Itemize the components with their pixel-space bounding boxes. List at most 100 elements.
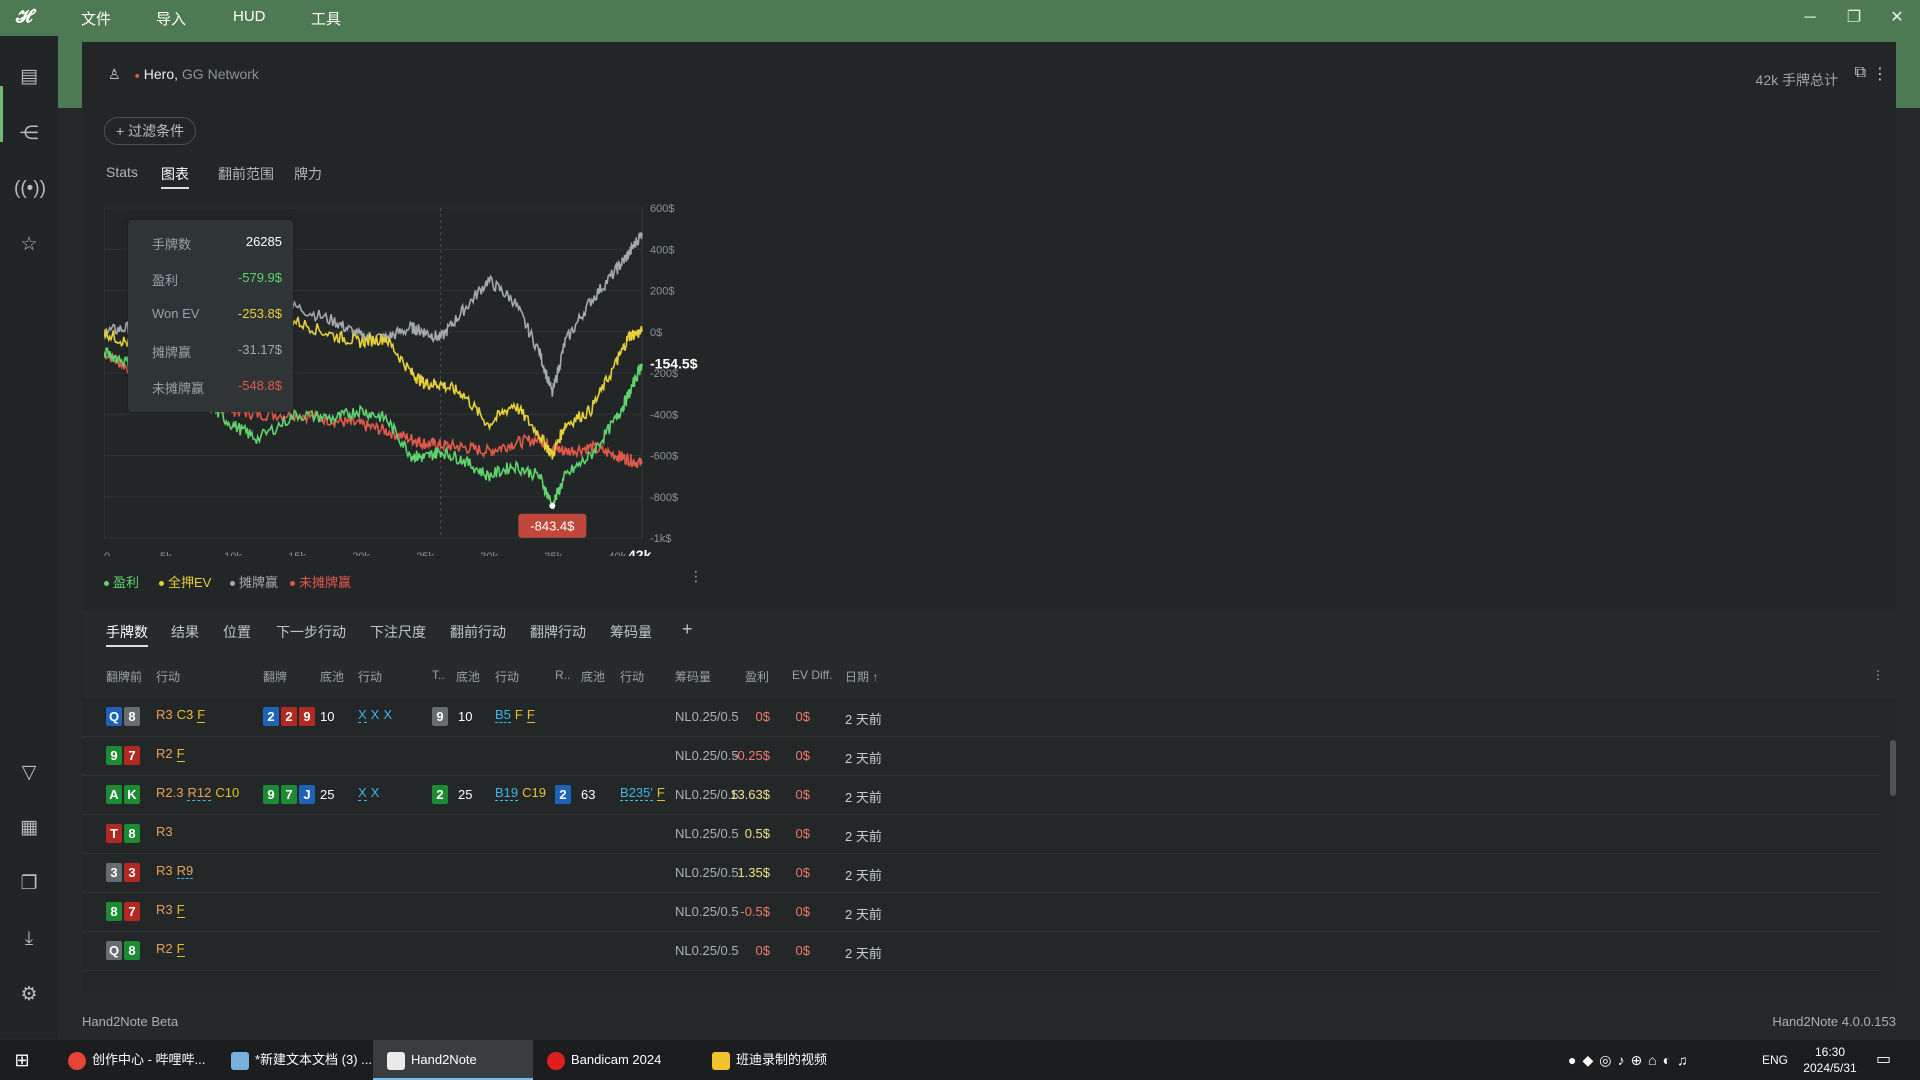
taskbar-item-folder[interactable]: 班迪录制的视频 — [698, 1040, 850, 1080]
tab-preflop-action[interactable]: 翻前行动 — [450, 622, 506, 642]
playing-card: 3 — [106, 863, 122, 882]
col-preflop[interactable]: 翻牌前 — [106, 668, 142, 685]
playing-card: 8 — [124, 707, 140, 726]
close-icon[interactable]: ✕ — [1882, 6, 1912, 30]
tooltip-value: 26285 — [245, 234, 282, 249]
table-row[interactable]: Q 8 R3 C3 F 2 2 9 10 X X X 9 10 B5 F F NL0.25/0.5 0$ 0$ 2 天前 — [82, 698, 1880, 737]
date-value: 2 天前 — [845, 712, 882, 727]
tab-stack-size[interactable]: 筹码量 — [610, 622, 652, 642]
table-row[interactable]: 9 7 R2 F NL0.25/0.5 -0.25$ 0$ 2 天前 — [82, 737, 1880, 776]
playing-card: 7 — [124, 902, 140, 921]
restore-icon[interactable]: ❐ — [1839, 6, 1869, 30]
profit-value: 13.63$ — [730, 787, 770, 802]
share-icon[interactable]: ⋲ — [14, 119, 44, 149]
legend-item-allin-ev[interactable]: 全押EV — [159, 572, 211, 591]
table-row[interactable]: A K R2.3 R12 C10 9 7 J 25 X X 2 25 B19 C19 2 63 B235' F NL0… — [82, 776, 1880, 815]
columns-menu-icon[interactable]: ⋮ — [1872, 668, 1884, 682]
col-river[interactable]: R.. — [555, 668, 570, 682]
tooltip-value: -253.8$ — [237, 306, 282, 321]
network-name: GG Network — [181, 66, 259, 82]
start-button[interactable]: ⊞ — [0, 1040, 44, 1080]
settings-gear-icon[interactable]: ⚙ — [14, 980, 44, 1010]
playing-card: 8 — [124, 941, 140, 960]
col-stakes[interactable]: 筹码量 — [675, 668, 711, 685]
playing-card: A — [106, 785, 122, 804]
action-label: B5 — [495, 707, 511, 723]
reports-icon[interactable]: ▤ — [14, 62, 44, 92]
ranking-icon[interactable]: ☆ — [14, 230, 44, 260]
col-turn-action[interactable]: 行动 — [495, 668, 519, 685]
col-river-pot[interactable]: 底池 — [581, 668, 605, 685]
playing-card: 2 — [281, 707, 297, 726]
flop-cards: 229 — [263, 707, 317, 726]
chart-options-icon[interactable]: ⋮ — [689, 568, 703, 585]
col-flop-action[interactable]: 行动 — [358, 668, 382, 685]
tab-chart[interactable]: 图表 — [161, 164, 189, 189]
ev-diff-value: 0$ — [795, 865, 810, 880]
col-ev-diff[interactable]: EV Diff. — [792, 668, 832, 682]
hands-table: Q 8 R3 C3 F 2 2 9 10 X X X 9 10 B5 F F NL0.25/0.5 0$ 0$ 2 天前… — [82, 698, 1896, 992]
tab-stats[interactable]: Stats — [106, 164, 138, 180]
table-row[interactable]: 3 3 R3 R9 NL0.25/0.5 1.35$ 0$ 2 天前 — [82, 854, 1880, 893]
profit-value: -0.5$ — [740, 904, 770, 919]
hole-cards: Q8 — [106, 941, 142, 960]
popout-icon[interactable]: ⧉ — [1855, 64, 1866, 82]
tab-result[interactable]: 结果 — [171, 622, 199, 642]
action-label: F — [656, 785, 665, 801]
tab-position[interactable]: 位置 — [223, 622, 251, 642]
tables-icon[interactable]: ❐ — [14, 869, 44, 899]
y-tick-label: -800$ — [650, 492, 678, 504]
legend-item-profit[interactable]: 盈利 — [104, 572, 139, 591]
tab-hands[interactable]: 手牌数 — [106, 622, 148, 647]
system-tray-icons[interactable]: ●◆◎♪⊕⌂◐♫ — [1568, 1040, 1758, 1080]
tab-next-action[interactable]: 下一步行动 — [276, 622, 346, 642]
action-label: R2.3 — [156, 785, 184, 800]
tab-flop-action[interactable]: 翻牌行动 — [530, 622, 586, 642]
filter-icon[interactable]: ▽ — [14, 758, 44, 788]
x-tick-label: 30k — [480, 551, 498, 556]
col-flop[interactable]: 翻牌 — [263, 668, 287, 685]
download-icon[interactable]: ⤓ — [14, 924, 44, 954]
app-logo-icon: 𝓗 — [16, 6, 33, 27]
tab-preflop-range[interactable]: 翻前范围 — [218, 164, 274, 184]
legend-item-non-showdown[interactable]: 未摊牌赢 — [290, 572, 351, 591]
menu-hud[interactable]: HUD — [233, 8, 266, 25]
col-turn-pot[interactable]: 底池 — [456, 668, 480, 685]
menu-tools[interactable]: 工具 — [311, 8, 341, 29]
menu-import[interactable]: 导入 — [156, 8, 186, 29]
profit-value: 1.35$ — [737, 865, 770, 880]
player-icon: ♙ — [108, 66, 121, 82]
table-row[interactable]: Q 8 R2 F NL0.25/0.5 0$ 0$ 2 天前 — [82, 932, 1880, 971]
col-river-action[interactable]: 行动 — [620, 668, 644, 685]
live-icon[interactable]: ((•)) — [14, 174, 46, 204]
col-action[interactable]: 行动 — [156, 668, 180, 685]
menu-file[interactable]: 文件 — [81, 8, 111, 29]
language-indicator[interactable]: ENG — [1762, 1040, 1788, 1080]
more-vertical-icon[interactable]: ⋮ — [1872, 64, 1888, 84]
filter-button[interactable]: + 过滤条件 — [104, 117, 197, 145]
player-selector[interactable]: ♙ ● Hero, GG Network — [108, 66, 259, 83]
col-turn[interactable]: T.. — [432, 668, 445, 682]
col-date[interactable]: 日期 ↑ — [845, 668, 878, 685]
taskbar-item-chrome[interactable]: 创作中心 - 哔哩哔... — [54, 1040, 217, 1080]
col-profit[interactable]: 盈利 — [745, 668, 769, 685]
taskbar-item-notepad[interactable]: *新建文本文档 (3) ... — [217, 1040, 373, 1080]
table-row[interactable]: T 8 R3 NL0.25/0.5 0.5$ 0$ 2 天前 — [82, 815, 1880, 854]
clock[interactable]: 16:30 2024/5/31 — [1800, 1040, 1860, 1080]
action-label: F — [176, 902, 185, 918]
minimize-icon[interactable]: ─ — [1795, 6, 1825, 30]
taskbar-item-bandicam[interactable]: Bandicam 2024 — [533, 1040, 698, 1080]
table-row[interactable]: 8 7 R3 F NL0.25/0.5 -0.5$ 0$ 2 天前 — [82, 893, 1880, 932]
legend-item-showdown[interactable]: 摊牌赢 — [230, 572, 278, 591]
add-tab-button[interactable]: + — [682, 619, 693, 640]
tab-bet-size[interactable]: 下注尺度 — [370, 622, 426, 642]
notifications-icon[interactable]: ▭ — [1876, 1040, 1891, 1080]
hole-cards: 87 — [106, 902, 142, 921]
y-tick-label: 0$ — [650, 327, 662, 339]
col-flop-pot[interactable]: 底池 — [320, 668, 344, 685]
taskbar-item-hand2note[interactable]: Hand2Note — [373, 1040, 533, 1080]
date-value: 2 天前 — [845, 946, 882, 961]
layout-icon[interactable]: ▦ — [14, 813, 44, 843]
tab-hand-strength[interactable]: 牌力 — [294, 164, 322, 184]
table-scrollbar[interactable] — [1890, 740, 1896, 796]
